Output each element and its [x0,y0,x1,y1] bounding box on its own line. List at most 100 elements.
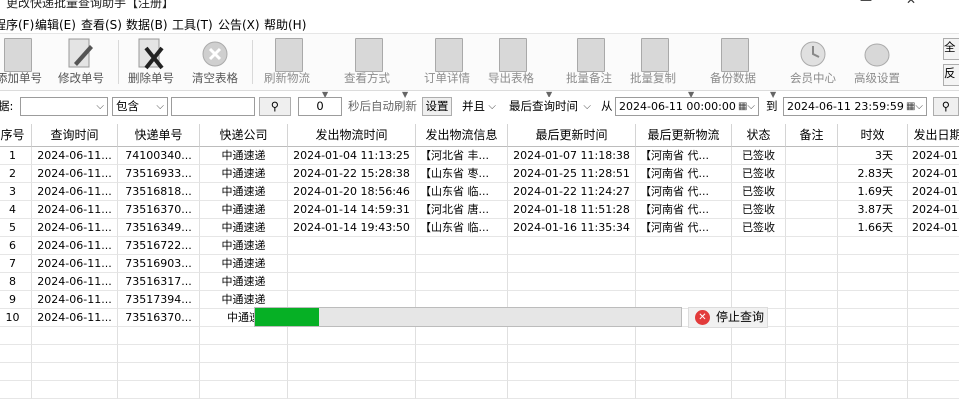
cell-last-update-time [508,237,636,255]
cell-courier [200,381,288,399]
search-button[interactable]: ⚲ [259,97,291,116]
cell-note [786,255,838,273]
cell-last-update-info [636,381,732,399]
refresh-seconds-input[interactable]: 0 [298,97,342,116]
backup-data-button[interactable]: 备份数据 [704,36,762,88]
cell-tracking-no: 73516370... [118,201,200,219]
batch-note-button[interactable]: 批量备注 [560,36,618,88]
column-header-duration[interactable]: 时效 [838,124,908,147]
view-mode-button[interactable]: 查看方式 [338,36,396,88]
cell-duration [838,381,908,399]
column-header-last-update-time[interactable]: 最后更新时间 [508,124,636,147]
cell-last-update-info: 【河南省 代... [636,183,732,201]
match-mode-value: 包含 [116,99,139,113]
progress-fill [255,308,319,326]
close-button[interactable]: ✕ [906,0,916,7]
select-all-button[interactable]: 全 [943,38,959,60]
cell-query-time: 2024-06-11... [32,273,118,291]
cell-query-time: 2024-06-11... [32,201,118,219]
cell-last-update-info: 【河南省 代... [636,201,732,219]
invert-select-button[interactable]: 反 [943,64,959,86]
batch-copy-button[interactable]: 批量复制 [624,36,682,88]
cell-note [786,183,838,201]
column-header-ship-info[interactable]: 发出物流信息 [416,124,508,147]
cell-last-update-info: 【河南省 代... [636,219,732,237]
chevron-down-icon: ⌵ [156,101,164,112]
cell-tracking-no: 73516903... [118,255,200,273]
advanced-settings-button[interactable]: 高级设置 [848,36,906,88]
cell-query-time: 2024-06-11... [32,291,118,309]
batch-note-label: 批量备注 [566,71,612,85]
cell-ship-date [908,327,959,345]
table-row[interactable]: 3 2024-06-11... 73516818... 中通速递 2024-01-20 … [0,183,959,201]
table-row[interactable] [0,363,959,381]
view-mode-label: 查看方式 [344,71,390,85]
cell-ship-date: 2024-01 [908,201,959,219]
cell-ship-info [416,327,508,345]
keyword-input[interactable] [171,97,255,116]
to-date-picker[interactable]: 2024-06-11 23:59:59 ▦⌵ [783,97,927,116]
member-center-button[interactable]: 会员中心 [784,36,842,88]
menu-notice[interactable]: 公告(X) [218,16,260,33]
note-icon [577,38,605,72]
column-header-query-time[interactable]: 查询时间 [32,124,118,147]
column-header-ship-date[interactable]: 发出日期 [908,124,959,147]
cell-last-update-info [636,327,732,345]
minimize-button[interactable]: — [860,0,872,7]
from-date-picker[interactable]: 2024-06-11 00:00:00 ▦⌵ [615,97,759,116]
field-select[interactable]: ⌵ [20,97,108,116]
settings-button[interactable]: 设置 [422,97,452,116]
menu-help[interactable]: 帮助(H) [264,16,306,33]
menu-edit[interactable]: 编辑(E) [35,16,76,33]
table-row[interactable]: 6 2024-06-11... 73516722... 中通速递 [0,237,959,255]
query-button[interactable]: ⚲ [933,97,959,116]
menu-program[interactable]: 程序(F) [0,16,34,33]
column-header-ship-time[interactable]: 发出物流时间 [288,124,416,147]
chevron-down-icon: ⌵ [96,101,104,112]
table-row[interactable]: 7 2024-06-11... 73516903... 中通速递 [0,255,959,273]
cell-index: 9 [0,291,32,309]
clear-table-button[interactable]: 清空表格 [188,36,242,88]
to-date-value: 2024-06-11 23:59:59 [787,100,904,113]
column-header-note[interactable]: 备注 [786,124,838,147]
cell-query-time: 2024-06-11... [32,237,118,255]
cell-note [786,381,838,399]
stop-query-button[interactable]: ✕ 停止查询 [688,307,768,328]
menu-tools[interactable]: 工具(T) [172,16,213,33]
column-header-courier[interactable]: 快递公司 [200,124,288,147]
table-row[interactable]: 2 2024-06-11... 73516933... 中通速递 2024-01-22 … [0,165,959,183]
time-field-select[interactable]: 最后查询时间 ⌵ [505,97,595,116]
window-title: 更改快递批量查询助手【注册】 [6,0,175,10]
logic-select[interactable]: 并且 ⌵ [458,97,500,116]
table-row[interactable] [0,327,959,345]
time-field-value: 最后查询时间 [509,99,578,113]
cell-duration: 3.87天 [838,201,908,219]
table-row[interactable] [0,345,959,363]
menu-data[interactable]: 数据(B) [126,16,168,33]
cell-duration [838,309,908,327]
order-detail-button[interactable]: 订单详情 [418,36,476,88]
cell-duration [838,237,908,255]
field-label: 据: [0,99,14,113]
export-table-button[interactable]: 导出表格 [482,36,540,88]
cell-index: 1 [0,147,32,165]
column-header-status[interactable]: 状态 [732,124,786,147]
match-mode-select[interactable]: 包含 ⌵ [112,97,168,116]
refresh-logistics-button[interactable]: 刷新物流 [258,36,316,88]
column-header-last-update-info[interactable]: 最后更新物流 [636,124,732,147]
table-row[interactable]: 8 2024-06-11... 73516317... 中通速递 [0,273,959,291]
table-row[interactable]: 4 2024-06-11... 73516370... 中通速递 2024-01-14 … [0,201,959,219]
column-header-index[interactable]: 序号 [0,124,32,147]
column-header-tracking-no[interactable]: 快递单号 [118,124,200,147]
title-bar: 更改快递批量查询助手【注册】 — ✕ [0,0,959,12]
cell-ship-time: 2024-01-14 19:43:50 [288,219,416,237]
add-button[interactable]: 添加单号 [0,36,44,88]
table-row[interactable]: 1 2024-06-11... 74100340... 中通速递 2024-01-04 … [0,147,959,165]
table-row[interactable] [0,381,959,399]
table-row[interactable]: 5 2024-06-11... 73516349... 中通速递 2024-01-14 … [0,219,959,237]
menu-view[interactable]: 查看(S) [81,16,122,33]
cell-index [0,381,32,399]
cell-status [732,363,786,381]
delete-button[interactable]: 删除单号 [124,36,178,88]
edit-button[interactable]: 修改单号 [54,36,108,88]
